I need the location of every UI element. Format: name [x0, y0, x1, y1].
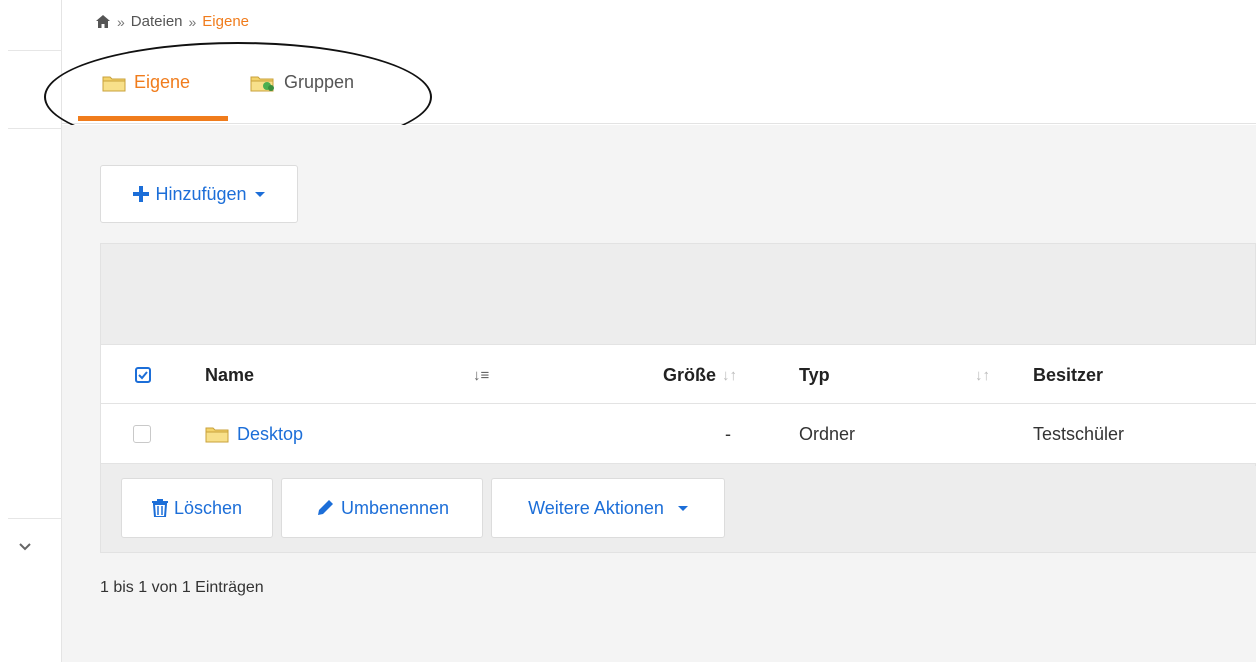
table-header: Name ↓≡ Größe ↓↑ Typ ↓↑ Besitzer — [101, 344, 1256, 404]
sidebar-divider — [8, 50, 62, 51]
folder-link[interactable]: Desktop — [237, 424, 303, 445]
home-icon[interactable] — [95, 14, 111, 29]
sort-name-icon[interactable]: ↓≡ — [467, 345, 489, 405]
pencil-icon — [317, 500, 333, 515]
add-button-label: Hinzufügen — [155, 183, 247, 204]
file-table: Name ↓≡ Größe ↓↑ Typ ↓↑ Besitzer Desktop… — [101, 344, 1256, 464]
table-row[interactable]: Desktop - Ordner Testschüler — [101, 404, 1256, 464]
sidebar-divider — [8, 518, 62, 519]
sort-type-icon[interactable]: ↓↑ — [969, 345, 990, 405]
row-type: Ordner — [799, 423, 856, 444]
breadcrumb-separator: » — [188, 13, 197, 30]
row-name-cell: Desktop — [205, 404, 303, 464]
rename-button-label: Umbenennen — [340, 497, 450, 518]
entry-count: 1 bis 1 von 1 Einträgen — [100, 579, 264, 596]
column-header-name[interactable]: Name — [205, 345, 254, 405]
more-actions-button[interactable]: Weitere Aktionen — [491, 478, 725, 538]
row-owner-cell: Testschüler — [1033, 404, 1124, 464]
row-size: - — [725, 423, 731, 444]
row-size-cell: - — [725, 404, 731, 464]
select-all-checkbox[interactable] — [135, 367, 151, 383]
column-header-type[interactable]: Typ — [799, 345, 830, 405]
sort-icon: ↓↑ — [975, 366, 990, 384]
delete-button-label: Löschen — [173, 497, 243, 518]
main-content: Hinzufügen Name ↓≡ Größe ↓↑ Typ ↓↑ Besit… — [62, 125, 1256, 662]
breadcrumb: » Dateien » Eigene — [95, 13, 249, 30]
row-checkbox-cell — [133, 404, 151, 464]
caret-down-icon — [254, 191, 265, 197]
file-panel: Name ↓≡ Größe ↓↑ Typ ↓↑ Besitzer Desktop… — [100, 243, 1256, 553]
plus-icon — [133, 186, 150, 202]
column-header-owner[interactable]: Besitzer — [1033, 345, 1103, 405]
sidebar-divider — [8, 128, 62, 129]
sort-icon: ↓↑ — [722, 366, 738, 384]
more-actions-label: Weitere Aktionen — [528, 497, 664, 518]
delete-button[interactable]: Löschen — [121, 478, 273, 538]
column-size-label: Größe — [663, 364, 717, 385]
add-button[interactable]: Hinzufügen — [100, 165, 298, 223]
chevron-down-icon[interactable] — [18, 540, 32, 554]
breadcrumb-item-eigene: Eigene — [202, 13, 250, 30]
breadcrumb-item-dateien[interactable]: Dateien — [131, 13, 183, 30]
caret-down-icon — [677, 505, 688, 511]
folder-icon — [205, 427, 229, 443]
row-type-cell: Ordner — [799, 404, 855, 464]
row-checkbox[interactable] — [133, 425, 151, 443]
bulk-actions: Löschen Umbenennen Weitere Aktionen — [101, 466, 1256, 552]
column-type-label: Typ — [799, 364, 830, 385]
column-header-size[interactable]: Größe ↓↑ — [663, 345, 737, 405]
column-name-label: Name — [205, 364, 255, 385]
breadcrumb-separator: » — [117, 13, 125, 30]
trash-icon — [151, 499, 168, 517]
column-owner-label: Besitzer — [1033, 364, 1104, 385]
rename-button[interactable]: Umbenennen — [281, 478, 483, 538]
row-owner: Testschüler — [1033, 423, 1125, 444]
sort-asc-icon: ↓≡ — [473, 366, 490, 384]
